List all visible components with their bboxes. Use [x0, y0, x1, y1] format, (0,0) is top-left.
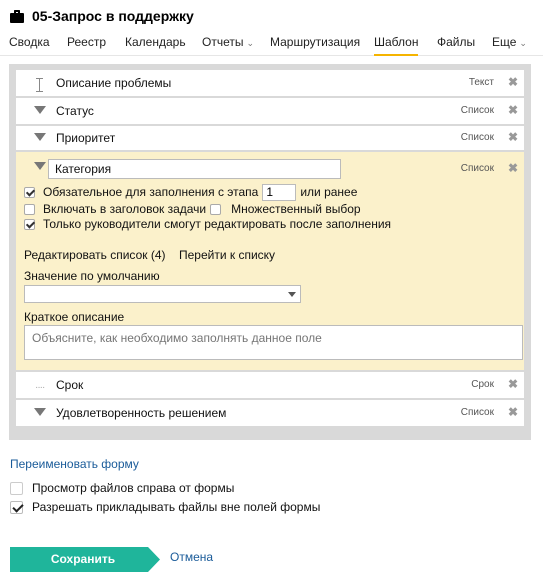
field-label: Описание проблемы [56, 76, 172, 90]
field-row-satisfaction[interactable]: Удовлетворенность решением Список ✖ [16, 400, 524, 426]
tab-template[interactable]: Шаблон [374, 35, 419, 56]
rename-form-link[interactable]: Переименовать форму [10, 457, 139, 471]
delete-field-icon[interactable]: ✖ [506, 161, 520, 175]
required-stage-input[interactable] [262, 183, 297, 201]
managers-only-checkbox[interactable] [24, 218, 35, 230]
required-label-prefix: Обязательное для заполнения с этапа [43, 185, 259, 199]
briefcase-icon [10, 9, 24, 23]
go-to-list-link[interactable]: Перейти к списку [179, 248, 275, 262]
delete-field-icon[interactable]: ✖ [506, 130, 520, 144]
triangle-down-icon[interactable] [34, 106, 46, 114]
tab-registry[interactable]: Реестр [67, 35, 106, 56]
allow-attach-label: Разрешать прикладывать файлы вне полей ф… [32, 500, 321, 514]
field-row-problem-description[interactable]: Описание проблемы Текст ✖ [16, 70, 524, 96]
field-editor-category: Список ✖ Обязательное для заполнения с э… [16, 152, 524, 370]
field-type: Список [460, 407, 494, 418]
field-row-priority[interactable]: Приоритет Список ✖ [16, 126, 524, 150]
short-description-label: Краткое описание [24, 310, 125, 324]
tab-routing[interactable]: Маршрутизация [270, 35, 360, 56]
cancel-link[interactable]: Отмена [170, 550, 213, 564]
chevron-down-icon: ⌄ [519, 38, 527, 48]
field-type: Список [460, 163, 494, 174]
tab-more[interactable]: Еще ⌄ [492, 35, 527, 56]
tab-files[interactable]: Файлы [437, 35, 475, 56]
multiple-choice-label: Множественный выбор [231, 202, 361, 216]
default-value-select[interactable] [24, 285, 301, 303]
field-type: Список [460, 105, 494, 116]
tab-summary[interactable]: Сводка [9, 35, 50, 56]
field-name-input[interactable] [48, 159, 341, 179]
field-label: Срок [56, 378, 84, 392]
field-label: Удовлетворенность решением [56, 406, 227, 420]
managers-only-label: Только руководители смогут редактировать… [43, 217, 392, 231]
required-option: Обязательное для заполнения с этапа или … [24, 183, 358, 201]
save-button[interactable]: Сохранить [10, 547, 160, 572]
include-in-title-label: Включать в заголовок задачи [43, 202, 207, 216]
tab-bar: Сводка Реестр Календарь Отчеты ⌄ Маршрути… [0, 32, 543, 56]
text-cursor-icon [36, 78, 44, 92]
page-header: 05-Запрос в поддержку [10, 6, 194, 26]
field-label: Приоритет [56, 131, 116, 145]
view-files-right-checkbox[interactable] [10, 481, 23, 495]
triangle-down-icon[interactable] [34, 408, 46, 416]
multiple-choice-checkbox[interactable] [210, 203, 222, 215]
allow-attach-checkbox[interactable] [10, 500, 23, 514]
managers-option: Только руководители смогут редактировать… [24, 216, 391, 232]
required-checkbox[interactable] [24, 186, 35, 198]
field-type: Текст [468, 77, 494, 88]
tab-reports[interactable]: Отчеты ⌄ [202, 35, 254, 56]
delete-field-icon[interactable]: ✖ [506, 75, 520, 89]
field-label: Статус [56, 104, 94, 118]
form-fields-panel: Описание проблемы Текст ✖ Статус Список … [9, 64, 531, 440]
save-button-label: Сохранить [50, 552, 116, 566]
allow-attach-option: Разрешать прикладывать файлы вне полей ф… [10, 500, 320, 514]
field-type: Список [460, 132, 494, 143]
include-in-title-checkbox[interactable] [24, 203, 35, 215]
dots-icon: ···· [35, 382, 45, 393]
delete-field-icon[interactable]: ✖ [506, 103, 520, 117]
default-value-label: Значение по умолчанию [24, 269, 160, 283]
short-description-textarea[interactable] [24, 325, 523, 360]
page-title: 05-Запрос в поддержку [32, 8, 194, 24]
view-files-right-label: Просмотр файлов справа от формы [32, 481, 235, 495]
triangle-down-icon[interactable] [34, 162, 46, 170]
delete-field-icon[interactable]: ✖ [506, 405, 520, 419]
view-files-right-option: Просмотр файлов справа от формы [10, 481, 234, 495]
triangle-down-icon[interactable] [34, 133, 46, 141]
field-row-status[interactable]: Статус Список ✖ [16, 98, 524, 124]
required-label-suffix: или ранее [300, 185, 358, 199]
edit-list-link[interactable]: Редактировать список (4) [24, 248, 166, 262]
chevron-down-icon: ⌄ [246, 38, 255, 48]
delete-field-icon[interactable]: ✖ [506, 377, 520, 391]
chevron-down-icon [288, 292, 296, 297]
tab-calendar[interactable]: Календарь [125, 35, 186, 56]
field-row-deadline[interactable]: ···· Срок Срок ✖ [16, 372, 524, 398]
title-options: Включать в заголовок задачи Множественны… [24, 201, 361, 217]
field-type: Срок [471, 379, 494, 390]
